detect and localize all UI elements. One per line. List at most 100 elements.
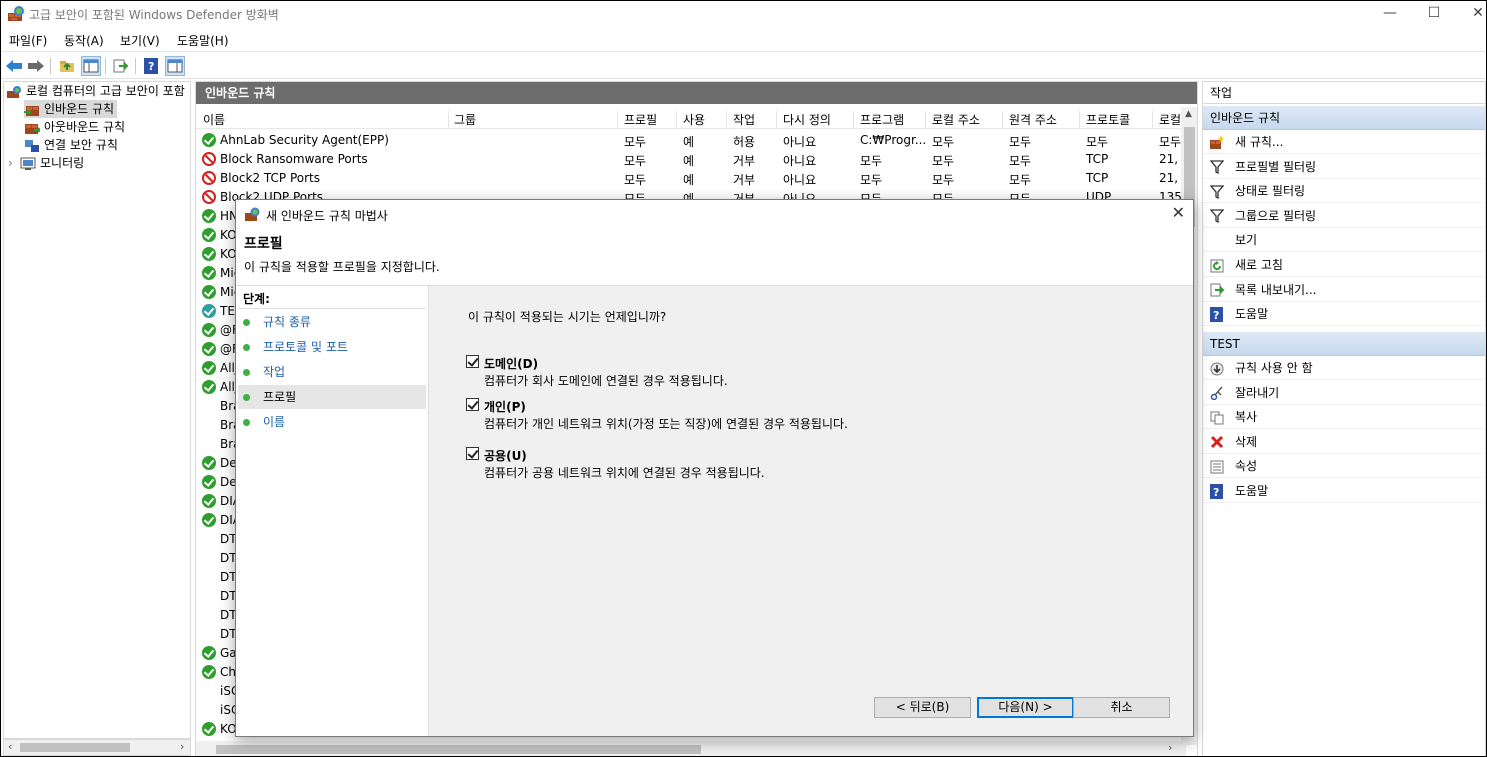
scroll-thumb[interactable] (20, 743, 130, 752)
column-header-profile[interactable]: 프로필 (618, 111, 677, 129)
step-profile[interactable]: 프로필 (238, 385, 426, 409)
tree-item-connection-security[interactable]: 연결 보안 규칙 (24, 136, 118, 154)
tree-horizontal-scrollbar[interactable]: ‹ › (3, 739, 191, 756)
filter-by-profile-action[interactable]: 프로필별 필터링 (1203, 155, 1485, 179)
column-header-action[interactable]: 작업 (727, 111, 777, 129)
column-header-local-address[interactable]: 로컬 주소 (926, 111, 1003, 129)
maximize-button[interactable]: ☐ (1411, 1, 1457, 27)
menu-action[interactable]: 동작(A) (64, 32, 104, 49)
tree-item-outbound[interactable]: 아웃바운드 규칙 (24, 118, 125, 136)
step-protocol-ports[interactable]: 프로토콜 및 포트 (238, 335, 426, 359)
close-button[interactable]: ✕ (1455, 1, 1486, 27)
show-pane-icon[interactable] (81, 56, 101, 76)
actions-section-test[interactable]: TEST (1203, 332, 1485, 356)
action-label: 목록 내보내기... (1235, 282, 1317, 297)
scroll-right-icon[interactable]: › (1168, 741, 1172, 754)
refresh-action[interactable]: 새로 고침 (1203, 253, 1485, 277)
column-header-override[interactable]: 다시 정의 (777, 111, 854, 129)
forward-arrow-icon[interactable] (26, 56, 46, 76)
column-header-program[interactable]: 프로그램 (854, 111, 926, 129)
expand-chevron-icon[interactable]: › (8, 154, 20, 172)
table-row[interactable]: Block2 TCP Ports 모두 예 거부 아니요 모두 모두 모두 TCP 21, (196, 169, 1186, 188)
actions-section-inbound[interactable]: 인바운드 규칙 (1203, 106, 1485, 130)
domain-label[interactable]: 도메인(D) (484, 355, 538, 372)
column-header-enabled[interactable]: 사용 (677, 111, 727, 129)
column-header-group[interactable]: 그룹 (448, 111, 618, 129)
rules-horizontal-scrollbar[interactable]: › (196, 741, 1186, 756)
scroll-thumb[interactable] (216, 745, 701, 754)
step-label: 이름 (263, 415, 286, 429)
minimize-button[interactable]: — (1367, 1, 1413, 27)
export-list-icon (1209, 283, 1224, 298)
disable-rule-action[interactable]: 규칙 사용 안 함 (1203, 356, 1485, 380)
allow-rule-icon (202, 494, 216, 508)
menu-view[interactable]: 보기(V) (120, 32, 160, 49)
firewall-window: 고급 보안이 포함된 Windows Defender 방화벽 — ☐ ✕ 파일… (0, 0, 1487, 757)
filter-by-group-action[interactable]: 그룹으로 필터링 (1203, 204, 1485, 228)
window-title: 고급 보안이 포함된 Windows Defender 방화벽 (29, 8, 279, 22)
help-action[interactable]: ? 도움말 (1203, 479, 1485, 503)
tree-item-inbound[interactable]: 인바운드 규칙 (24, 100, 118, 118)
view-icon (1209, 233, 1224, 248)
private-checkbox[interactable] (466, 398, 479, 411)
tree-root[interactable]: 로컬 컴퓨터의 고급 보안이 포함 (6, 82, 185, 100)
filter-by-state-action[interactable]: 상태로 필터링 (1203, 179, 1485, 204)
scroll-right-icon[interactable]: › (180, 740, 184, 753)
table-row[interactable]: Block Ransomware Ports 모두 예 거부 아니요 모두 모두 모두 TCP 2… (196, 150, 1186, 169)
menu-help[interactable]: 도움말(H) (177, 32, 229, 49)
view-action[interactable]: 보기 (1203, 228, 1485, 253)
rule-profile: 모두 (624, 135, 647, 149)
public-checkbox[interactable] (466, 447, 479, 460)
next-button[interactable]: 다음(N) > (977, 697, 1074, 718)
up-folder-icon[interactable] (57, 56, 77, 76)
table-row[interactable]: AhnLab Security Agent(EPP) 모두 예 허용 아니요 C:₩Pro… (196, 131, 1186, 150)
export-list-icon[interactable] (111, 56, 131, 76)
properties-action[interactable]: 속성 (1203, 454, 1485, 479)
allow-rule-icon (202, 285, 216, 299)
dialog-close-icon[interactable]: ✕ (1172, 203, 1185, 222)
rule-local: 모두 (932, 135, 955, 149)
private-description: 컴퓨터가 개인 네트워크 위치(가정 또는 직장)에 연결된 경우 적용됩니다. (484, 417, 848, 431)
help-icon[interactable]: ? (141, 56, 161, 76)
rule-name: Block2 TCP Ports (220, 171, 321, 185)
public-label[interactable]: 공용(U) (484, 447, 527, 464)
cancel-button[interactable]: 취소 (1073, 697, 1170, 718)
column-header-name[interactable]: 이름 (197, 111, 449, 129)
toolbar: ? (1, 51, 1486, 79)
step-label: 프로토콜 및 포트 (263, 340, 348, 354)
action-pane-icon[interactable] (165, 56, 185, 76)
private-label[interactable]: 개인(P) (484, 398, 526, 415)
scroll-left-icon[interactable]: ‹ (8, 740, 12, 753)
step-name[interactable]: 이름 (238, 410, 426, 434)
allow-rule-icon (202, 513, 216, 527)
help-action[interactable]: ? 도움말 (1203, 302, 1485, 327)
tree-item-label: 연결 보안 규칙 (44, 138, 118, 152)
inbound-rules-icon (24, 105, 39, 116)
new-rule-action[interactable]: 새 규칙... (1203, 130, 1485, 154)
column-headers: 이름 그룹 프로필 사용 작업 다시 정의 프로그램 로컬 주소 원격 주소 프… (196, 107, 1186, 129)
copy-icon (1209, 410, 1224, 425)
export-list-action[interactable]: 목록 내보내기... (1203, 278, 1485, 302)
cut-action[interactable]: 잘라내기 (1203, 381, 1485, 405)
rule-remote: 모두 (1009, 135, 1032, 149)
delete-action[interactable]: 삭제 (1203, 430, 1485, 454)
scroll-up-icon[interactable]: ▲ (1185, 109, 1192, 119)
action-label: 삭제 (1235, 434, 1258, 449)
copy-action[interactable]: 복사 (1203, 405, 1485, 430)
step-action[interactable]: 작업 (238, 360, 426, 384)
menu-file[interactable]: 파일(F) (9, 32, 47, 49)
rule-enabled: 예 (683, 173, 695, 187)
domain-checkbox[interactable] (466, 355, 479, 368)
column-header-protocol[interactable]: 프로토콜 (1080, 111, 1153, 129)
action-label: 복사 (1235, 410, 1258, 425)
column-header-remote-address[interactable]: 원격 주소 (1003, 111, 1080, 129)
cut-icon (1209, 386, 1224, 401)
action-label: 도움말 (1235, 307, 1269, 322)
action-label: 그룹으로 필터링 (1235, 208, 1317, 223)
step-rule-type[interactable]: 규칙 종류 (238, 310, 426, 334)
back-button[interactable]: < 뒤로(B) (874, 697, 971, 718)
rule-protocol: 모두 (1086, 135, 1109, 149)
tree-root-label: 로컬 컴퓨터의 고급 보안이 포함 (26, 84, 185, 98)
back-arrow-icon[interactable] (4, 56, 24, 76)
tree-item-monitoring[interactable]: › 모니터링 (8, 154, 84, 172)
